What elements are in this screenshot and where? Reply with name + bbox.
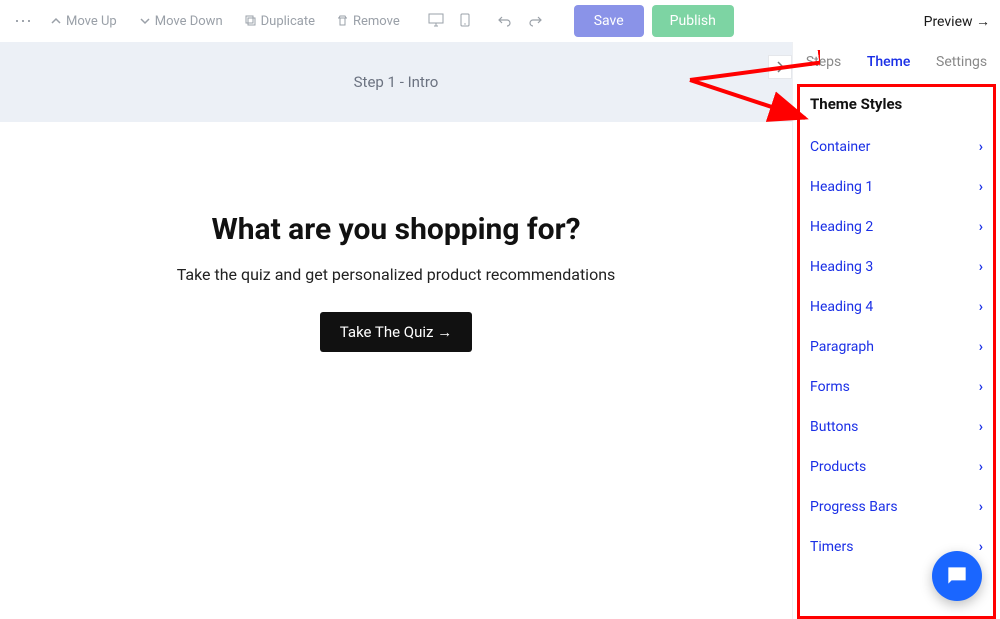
chevron-right-icon: › bbox=[979, 179, 983, 195]
chevron-right-icon: › bbox=[979, 539, 983, 555]
trash-icon bbox=[337, 15, 349, 27]
action-buttons: Save Publish bbox=[574, 5, 734, 37]
style-item-products[interactable]: Products › bbox=[810, 447, 983, 487]
chevron-right-icon: › bbox=[979, 299, 983, 315]
more-menu-icon[interactable]: ⋯ bbox=[10, 11, 36, 32]
style-item-forms[interactable]: Forms › bbox=[810, 367, 983, 407]
toolbar: ⋯ Move Up Move Down Duplicate Remove Sav… bbox=[0, 0, 1000, 42]
device-switcher bbox=[424, 8, 474, 35]
style-item-label: Progress Bars bbox=[810, 499, 898, 515]
move-up-button[interactable]: Move Up bbox=[40, 8, 127, 35]
chevron-up-icon bbox=[50, 15, 62, 27]
style-item-label: Forms bbox=[810, 379, 850, 395]
quiz-subline[interactable]: Take the quiz and get personalized produ… bbox=[0, 265, 792, 284]
sidebar-tabs: Steps Theme Settings bbox=[793, 42, 1000, 82]
canvas-area: Step 1 - Intro What are you shopping for… bbox=[0, 42, 792, 619]
style-item-label: Paragraph bbox=[810, 339, 874, 355]
style-item-progressbars[interactable]: Progress Bars › bbox=[810, 487, 983, 527]
undo-redo-group bbox=[494, 8, 546, 35]
chevron-down-icon bbox=[139, 15, 151, 27]
take-quiz-button[interactable]: Take The Quiz → bbox=[320, 312, 472, 352]
duplicate-label: Duplicate bbox=[261, 14, 315, 29]
step-header[interactable]: Step 1 - Intro bbox=[0, 42, 792, 122]
move-down-label: Move Down bbox=[155, 14, 223, 29]
style-item-buttons[interactable]: Buttons › bbox=[810, 407, 983, 447]
collapse-sidebar-button[interactable] bbox=[768, 55, 792, 79]
redo-icon[interactable] bbox=[524, 8, 546, 35]
chevron-right-icon: › bbox=[979, 499, 983, 515]
mobile-icon[interactable] bbox=[456, 8, 474, 35]
style-item-label: Heading 2 bbox=[810, 219, 873, 235]
remove-button[interactable]: Remove bbox=[327, 8, 410, 35]
chevron-right-icon: › bbox=[979, 419, 983, 435]
style-item-label: Buttons bbox=[810, 419, 858, 435]
chevron-right-icon: › bbox=[979, 259, 983, 275]
chat-widget-button[interactable] bbox=[932, 551, 982, 601]
chevron-right-icon: › bbox=[979, 139, 983, 155]
chevron-right-icon: › bbox=[979, 459, 983, 475]
style-item-heading2[interactable]: Heading 2 › bbox=[810, 207, 983, 247]
copy-icon bbox=[245, 15, 257, 27]
chat-icon bbox=[944, 563, 970, 589]
publish-button[interactable]: Publish bbox=[652, 5, 734, 37]
style-item-label: Container bbox=[810, 139, 870, 155]
toolbar-left-group: Move Up Move Down Duplicate Remove bbox=[40, 8, 410, 35]
style-item-heading1[interactable]: Heading 1 › bbox=[810, 167, 983, 207]
tab-steps[interactable]: Steps bbox=[800, 54, 847, 70]
chevron-right-icon: › bbox=[979, 219, 983, 235]
tab-theme[interactable]: Theme bbox=[861, 54, 917, 70]
style-item-label: Products bbox=[810, 459, 866, 475]
move-down-button[interactable]: Move Down bbox=[129, 8, 233, 35]
canvas-content: What are you shopping for? Take the quiz… bbox=[0, 122, 792, 352]
style-item-container[interactable]: Container › bbox=[810, 127, 983, 167]
style-item-paragraph[interactable]: Paragraph › bbox=[810, 327, 983, 367]
workspace: Step 1 - Intro What are you shopping for… bbox=[0, 42, 1000, 619]
duplicate-button[interactable]: Duplicate bbox=[235, 8, 325, 35]
chevron-right-icon: › bbox=[979, 379, 983, 395]
style-item-heading4[interactable]: Heading 4 › bbox=[810, 287, 983, 327]
desktop-icon[interactable] bbox=[424, 8, 448, 35]
style-item-label: Heading 4 bbox=[810, 299, 873, 315]
remove-label: Remove bbox=[353, 14, 400, 29]
move-up-label: Move Up bbox=[66, 14, 117, 29]
style-item-label: Timers bbox=[810, 539, 853, 555]
tab-settings[interactable]: Settings bbox=[930, 54, 993, 70]
chevron-right-icon: › bbox=[979, 339, 983, 355]
style-item-label: Heading 3 bbox=[810, 259, 873, 275]
undo-icon[interactable] bbox=[494, 8, 516, 35]
right-sidebar: Steps Theme Settings Theme Styles Contai… bbox=[792, 42, 1000, 619]
step-title: Step 1 - Intro bbox=[354, 73, 439, 91]
preview-link[interactable]: Preview → bbox=[924, 13, 990, 30]
style-item-heading3[interactable]: Heading 3 › bbox=[810, 247, 983, 287]
save-button[interactable]: Save bbox=[574, 5, 644, 37]
panel-title: Theme Styles bbox=[810, 95, 983, 113]
theme-styles-panel: Theme Styles Container › Heading 1 › Headi… bbox=[797, 84, 996, 619]
style-item-label: Heading 1 bbox=[810, 179, 873, 195]
quiz-headline[interactable]: What are you shopping for? bbox=[0, 212, 792, 247]
